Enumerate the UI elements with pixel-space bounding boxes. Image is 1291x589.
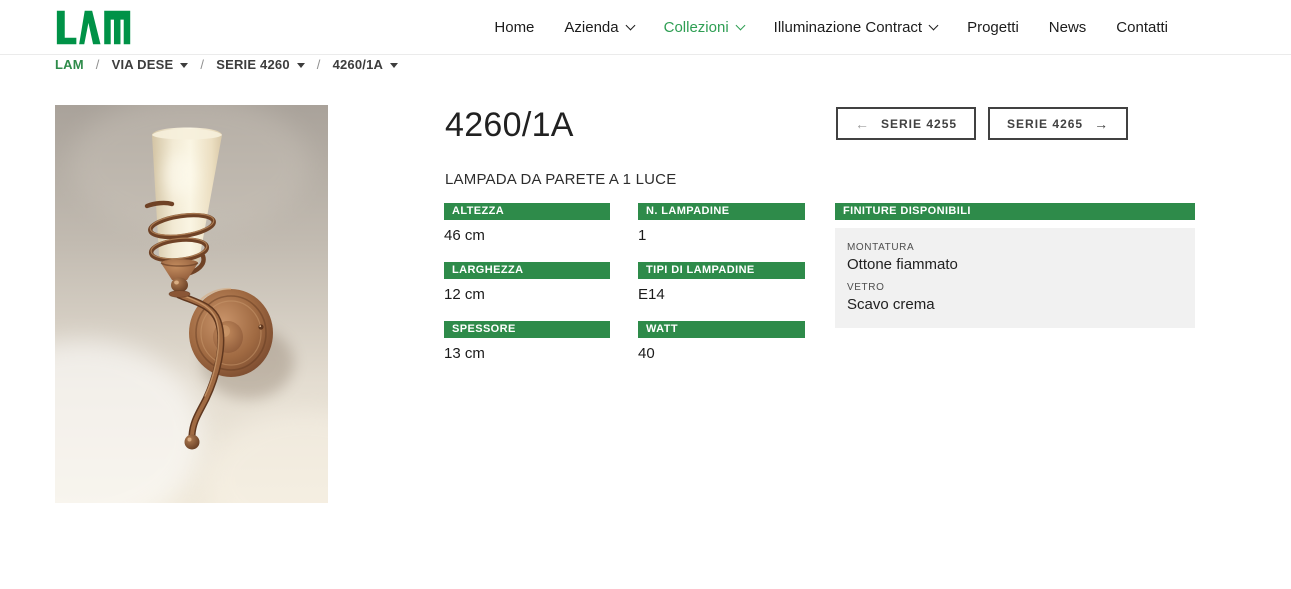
product-code-title: 4260/1A xyxy=(445,106,574,145)
next-series-label: SERIE 4265 xyxy=(1007,117,1083,131)
arm-ball-finial xyxy=(185,435,200,450)
spec-n-lampadine: N. LAMPADINE 1 xyxy=(638,203,805,262)
nav-item-news[interactable]: News xyxy=(1034,19,1102,36)
nav-item-collezioni[interactable]: Collezioni xyxy=(649,19,759,36)
breadcrumb-label: VIA DESE xyxy=(112,57,174,72)
breadcrumb-item-via-dese[interactable]: VIA DESE xyxy=(112,57,189,72)
spec-label: N. LAMPADINE xyxy=(638,203,805,220)
nav-label: Illuminazione Contract xyxy=(774,19,922,36)
breadcrumb-label: LAM xyxy=(55,57,84,72)
nav-item-contatti[interactable]: Contatti xyxy=(1101,19,1183,36)
finishes-title: FINITURE DISPONIBILI xyxy=(835,203,1195,220)
spec-value: 1 xyxy=(638,227,805,245)
chevron-down-icon xyxy=(625,21,635,31)
nav-item-home[interactable]: Home xyxy=(479,19,549,36)
breadcrumb-label: SERIE 4260 xyxy=(216,57,290,72)
chevron-down-icon xyxy=(929,21,939,31)
breadcrumb-separator: / xyxy=(96,57,100,72)
nav-item-illuminazione-contract[interactable]: Illuminazione Contract xyxy=(759,19,952,36)
spec-label: LARGHEZZA xyxy=(444,262,610,279)
product-image[interactable] xyxy=(55,105,328,503)
lam-logo[interactable] xyxy=(55,9,133,46)
spec-tipi-lampadine: TIPI DI LAMPADINE E14 xyxy=(638,262,805,321)
spec-value: 13 cm xyxy=(444,345,610,363)
spec-altezza: ALTEZZA 46 cm xyxy=(444,203,610,262)
spec-value: 12 cm xyxy=(444,286,610,304)
finish-value-montatura: Ottone fiammato xyxy=(847,256,1183,273)
spec-larghezza: LARGHEZZA 12 cm xyxy=(444,262,610,321)
nav-label: News xyxy=(1049,19,1087,36)
breadcrumb-item-lam[interactable]: LAM xyxy=(55,57,84,72)
breadcrumb-separator: / xyxy=(200,57,204,72)
page: Home Azienda Collezioni Illuminazione Co… xyxy=(0,0,1291,589)
spec-label: TIPI DI LAMPADINE xyxy=(638,262,805,279)
prev-series-label: SERIE 4255 xyxy=(881,117,957,131)
header: Home Azienda Collezioni Illuminazione Co… xyxy=(0,0,1291,55)
nav-item-progetti[interactable]: Progetti xyxy=(952,19,1034,36)
main-nav: Home Azienda Collezioni Illuminazione Co… xyxy=(479,0,1183,55)
breadcrumb-item-4260-1a[interactable]: 4260/1A xyxy=(333,57,399,72)
nav-label: Collezioni xyxy=(664,19,729,36)
breadcrumb-separator: / xyxy=(317,57,321,72)
spec-value: 46 cm xyxy=(444,227,610,245)
spec-value: 40 xyxy=(638,345,805,363)
nav-label: Azienda xyxy=(564,19,618,36)
caret-down-icon xyxy=(390,63,398,68)
finish-label-vetro: VETRO xyxy=(847,282,1183,293)
spec-watt: WATT 40 xyxy=(638,321,805,380)
nav-label: Contatti xyxy=(1116,19,1168,36)
specs-grid: ALTEZZA 46 cm N. LAMPADINE 1 LARGHEZZA 1… xyxy=(444,203,805,380)
nav-label: Home xyxy=(494,19,534,36)
arrow-right-icon: → xyxy=(1094,116,1109,132)
finish-label-montatura: MONTATURA xyxy=(847,242,1183,253)
product-description: LAMPADA DA PARETE A 1 LUCE xyxy=(445,171,676,188)
next-series-button[interactable]: SERIE 4265 → xyxy=(988,107,1128,140)
spec-label: ALTEZZA xyxy=(444,203,610,220)
finishes-panel: FINITURE DISPONIBILI MONTATURA Ottone fi… xyxy=(835,203,1195,328)
nav-label: Progetti xyxy=(967,19,1019,36)
chevron-down-icon xyxy=(735,21,745,31)
breadcrumb-label: 4260/1A xyxy=(333,57,384,72)
caret-down-icon xyxy=(180,63,188,68)
breadcrumb-item-serie-4260[interactable]: SERIE 4260 xyxy=(216,57,305,72)
spec-label: SPESSORE xyxy=(444,321,610,338)
spec-spessore: SPESSORE 13 cm xyxy=(444,321,610,380)
nav-item-azienda[interactable]: Azienda xyxy=(549,19,648,36)
finish-value-vetro: Scavo crema xyxy=(847,296,1183,313)
finishes-body: MONTATURA Ottone fiammato VETRO Scavo cr… xyxy=(835,228,1195,328)
arrow-left-icon: ← xyxy=(855,116,870,132)
spec-label: WATT xyxy=(638,321,805,338)
caret-down-icon xyxy=(297,63,305,68)
series-pager: ← SERIE 4255 SERIE 4265 → xyxy=(836,107,1128,140)
spec-value: E14 xyxy=(638,286,805,304)
breadcrumb: LAM / VIA DESE / SERIE 4260 / 4260/1A xyxy=(55,57,398,72)
prev-series-button[interactable]: ← SERIE 4255 xyxy=(836,107,976,140)
